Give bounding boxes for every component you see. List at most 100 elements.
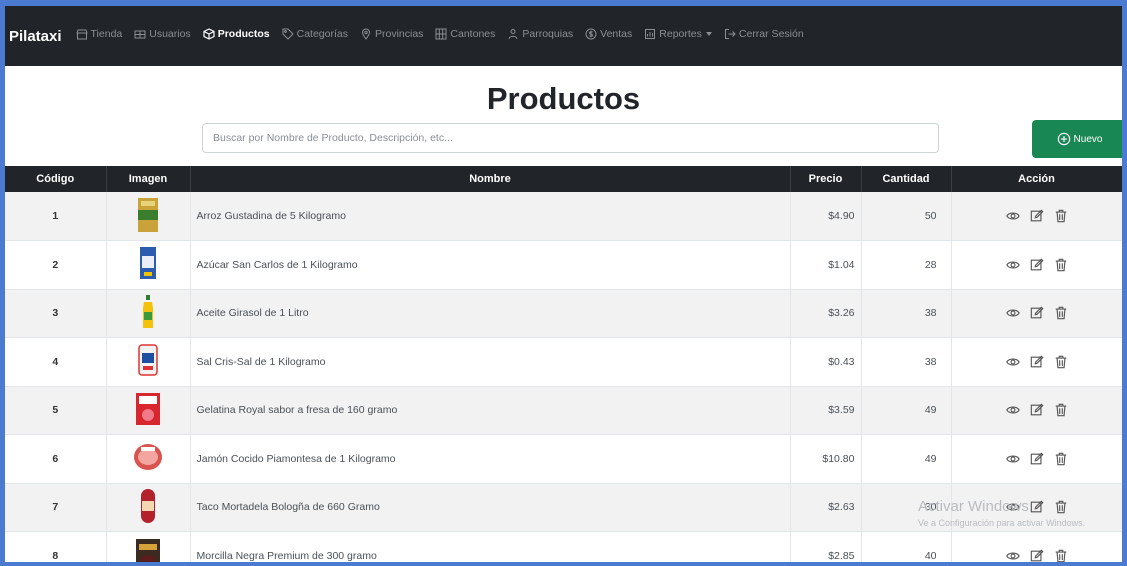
nav-items: Tienda Usuarios Productos Categorías Provinc… [75, 27, 816, 45]
cell-name: Arroz Gustadina de 5 Kilogramo [190, 192, 791, 241]
cell-code: 2 [5, 240, 107, 290]
eye-icon[interactable] [1005, 355, 1020, 369]
cell-price: $3.59 [790, 386, 862, 435]
product-thumbnail [139, 246, 157, 283]
box-icon [203, 28, 215, 40]
trash-icon[interactable] [1054, 306, 1068, 320]
nav-item-label: Tienda [90, 28, 123, 40]
cell-code: 1 [5, 192, 107, 241]
cell-code: 5 [5, 386, 107, 435]
nav-item-usuarios[interactable]: Usuarios [134, 28, 191, 40]
cell-image [106, 531, 191, 562]
cell-code: 7 [5, 483, 107, 532]
nav-item-ventas[interactable]: Ventas [585, 28, 632, 40]
cell-code: 3 [5, 289, 107, 338]
new-product-button[interactable]: Nuevo [1032, 120, 1122, 158]
edit-icon[interactable] [1030, 209, 1044, 223]
cell-quantity: 49 [861, 386, 952, 435]
header-name: Nombre [190, 166, 791, 192]
cell-quantity: 38 [861, 289, 952, 338]
map-pin-icon [360, 28, 372, 40]
cell-name: Aceite Girasol de 1 Litro [190, 289, 791, 338]
edit-icon[interactable] [1030, 355, 1044, 369]
nav-item-label: Reportes [659, 28, 702, 40]
cell-code: 8 [5, 531, 107, 562]
edit-icon[interactable] [1030, 500, 1044, 514]
cell-quantity: 40 [861, 531, 952, 562]
cell-name: Azúcar San Carlos de 1 Kilogramo [190, 240, 791, 290]
cell-price: $2.85 [790, 531, 862, 562]
table-row: 5 Gelatina Royal sabor a fresa de 160 gra… [5, 386, 1122, 435]
trash-icon[interactable] [1054, 355, 1068, 369]
edit-icon[interactable] [1030, 306, 1044, 320]
nav-item-label: Provincias [374, 28, 424, 40]
table-row: 8 Morcilla Negra Premium de 300 gramo $2.8… [5, 531, 1122, 562]
nav-item-label: Cerrar Sesión [738, 28, 804, 40]
cell-quantity: 28 [861, 240, 952, 290]
nav-item-cerrar-sesión[interactable]: Cerrar Sesión [724, 28, 804, 40]
edit-icon[interactable] [1030, 403, 1044, 417]
cell-code: 4 [5, 337, 107, 387]
header-code: Código [5, 166, 107, 192]
header-image: Imagen [106, 166, 191, 192]
table-row: 3 Aceite Girasol de 1 Litro $3.26 38 [5, 289, 1122, 338]
eye-icon[interactable] [1005, 209, 1020, 223]
nav-item-categorías[interactable]: Categorías [282, 28, 348, 40]
product-thumbnail [133, 443, 163, 474]
table-header-row: Código Imagen Nombre Precio Cantidad Acc… [5, 166, 1122, 192]
trash-icon[interactable] [1054, 209, 1068, 223]
eye-icon[interactable] [1005, 306, 1020, 320]
product-thumbnail [135, 538, 161, 562]
nav-item-tienda[interactable]: Tienda [75, 28, 123, 40]
product-thumbnail [139, 488, 157, 527]
cell-name: Sal Cris-Sal de 1 Kilogramo [190, 337, 791, 387]
edit-icon[interactable] [1030, 258, 1044, 272]
cell-price: $0.43 [790, 337, 862, 387]
nav-item-label: Productos [217, 28, 270, 40]
cell-image [106, 240, 191, 290]
page-title: Productos [486, 81, 641, 116]
cell-action [951, 192, 1122, 241]
app-window: Pilataxi Tienda Usuarios Productos Categorí… [5, 6, 1122, 562]
dollar-icon [585, 28, 597, 40]
nav-item-cantones[interactable]: Cantones [435, 28, 495, 40]
eye-icon[interactable] [1005, 549, 1020, 562]
cell-image [106, 386, 191, 435]
users-icon [134, 28, 146, 40]
eye-icon[interactable] [1005, 452, 1020, 466]
trash-icon[interactable] [1054, 452, 1068, 466]
grid-icon [435, 28, 447, 40]
nav-item-label: Cantones [450, 28, 496, 40]
navbar: Pilataxi Tienda Usuarios Productos Categorí… [5, 6, 1122, 66]
edit-icon[interactable] [1030, 549, 1044, 562]
nav-item-label: Parroquias [522, 28, 574, 40]
brand-logo[interactable]: Pilataxi [9, 28, 62, 45]
nav-item-provincias[interactable]: Provincias [360, 28, 423, 40]
cell-image [106, 434, 191, 484]
activate-windows-watermark: Activar Windows [918, 498, 1029, 515]
trash-icon[interactable] [1054, 549, 1068, 562]
trash-icon[interactable] [1054, 258, 1068, 272]
cell-action [951, 531, 1122, 562]
report-icon [644, 28, 656, 40]
plus-circle-icon [1057, 132, 1070, 146]
table-row: 6 Jamón Cocido Piamontesa de 1 Kilogramo $… [5, 434, 1122, 484]
nav-item-productos[interactable]: Productos [203, 28, 270, 40]
eye-icon[interactable] [1005, 258, 1020, 272]
cell-quantity: 50 [861, 192, 952, 241]
nav-item-label: Usuarios [149, 28, 191, 40]
nav-item-parroquias[interactable]: Parroquias [507, 28, 573, 40]
trash-icon[interactable] [1054, 500, 1068, 514]
header-action: Acción [951, 166, 1122, 192]
search-input[interactable] [202, 123, 939, 153]
activate-windows-subtitle: Ve a Configuración para activar Windows. [918, 518, 1086, 528]
header-quantity: Cantidad [861, 166, 952, 192]
store-icon [75, 28, 88, 40]
eye-icon[interactable] [1005, 403, 1020, 417]
trash-icon[interactable] [1054, 403, 1068, 417]
nav-item-reportes[interactable]: Reportes [644, 28, 712, 40]
people-icon [507, 28, 519, 40]
edit-icon[interactable] [1030, 452, 1044, 466]
cell-quantity: 38 [861, 337, 952, 387]
cell-action [951, 434, 1122, 484]
